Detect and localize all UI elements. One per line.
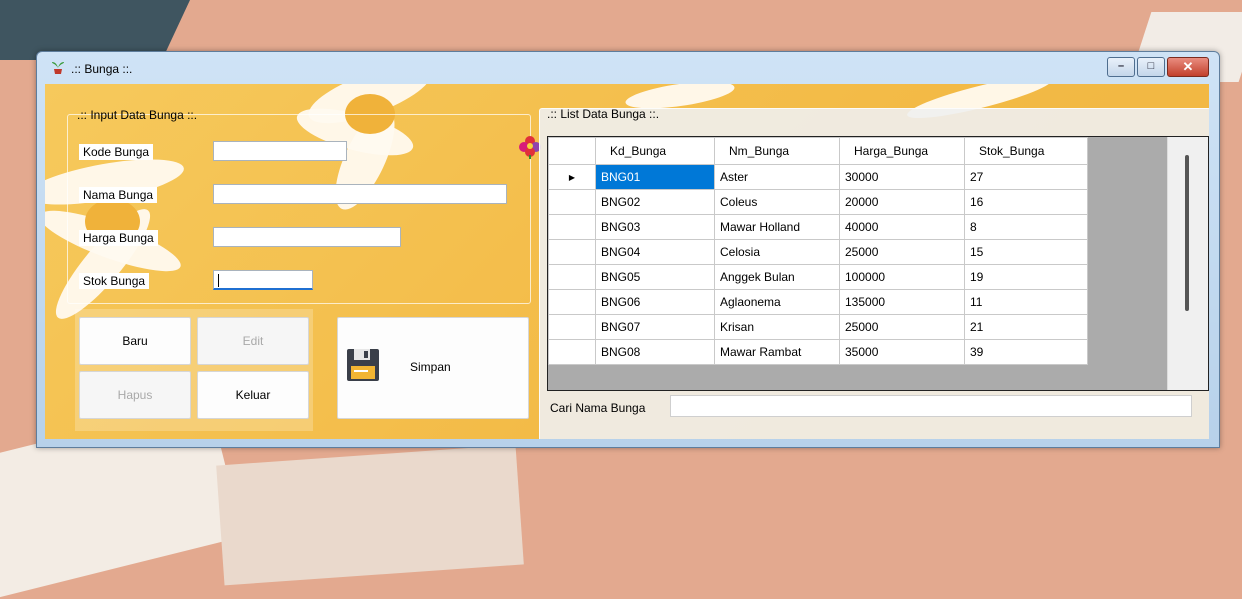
stok-bunga-label: Stok Bunga [79,273,150,289]
table-cell[interactable]: 25000 [839,239,965,265]
column-header[interactable]: Stok_Bunga [964,137,1088,165]
simpan-label: Simpan [410,360,451,374]
table-cell[interactable]: Krisan [714,314,840,340]
minimize-button[interactable]: – [1107,57,1135,77]
keluar-button[interactable]: Keluar [197,371,309,419]
table-cell[interactable]: Aster [714,164,840,190]
row-header[interactable] [548,214,596,240]
table-row[interactable]: BNG05 Anggek Bulan 100000 19 [548,264,1088,290]
kode-bunga-label: Kode Bunga [79,144,154,160]
table-cell[interactable]: 100000 [839,264,965,290]
table-row[interactable]: BNG04 Celosia 25000 15 [548,239,1088,265]
kode-bunga-input[interactable] [213,141,347,161]
table-cell[interactable]: 135000 [839,289,965,315]
table-cell[interactable]: BNG06 [595,289,715,315]
table-cell[interactable]: 27 [964,164,1088,190]
plant-icon [52,62,64,74]
maximize-button[interactable]: □ [1137,57,1165,77]
row-header[interactable] [548,264,596,290]
row-header[interactable] [548,314,596,340]
nama-bunga-input[interactable] [213,184,507,204]
table-cell[interactable]: 16 [964,189,1088,215]
table-cell[interactable]: Mawar Holland [714,214,840,240]
search-label: Cari Nama Bunga [550,401,646,415]
table-cell[interactable]: 39 [964,339,1088,365]
table-cell[interactable]: Aglaonema [714,289,840,315]
input-group-legend: .:: Input Data Bunga ::. [77,108,198,122]
table-cell[interactable]: 19 [964,264,1088,290]
row-header[interactable] [548,189,596,215]
table-cell[interactable]: 40000 [839,214,965,240]
table-cell[interactable]: 15 [964,239,1088,265]
table-cell[interactable]: BNG03 [595,214,715,240]
table-cell[interactable]: 30000 [839,164,965,190]
table-cell[interactable]: BNG08 [595,339,715,365]
column-header[interactable]: Kd_Bunga [595,137,715,165]
harga-bunga-label: Harga Bunga [79,230,158,246]
table-cell[interactable]: BNG05 [595,264,715,290]
row-header[interactable] [548,339,596,365]
minimize-icon: – [1117,60,1125,72]
text-caret [218,274,219,287]
table-row[interactable]: BNG07 Krisan 25000 21 [548,314,1088,340]
close-icon: ✕ [1182,59,1194,74]
table-cell[interactable]: Celosia [714,239,840,265]
maximize-icon: □ [1147,60,1155,72]
floppy-disk-icon [347,349,379,381]
scrollbar-thumb[interactable] [1185,155,1189,311]
table-row[interactable]: BNG02 Coleus 20000 16 [548,189,1088,215]
table-row[interactable]: BNG08 Mawar Rambat 35000 39 [548,339,1088,365]
row-header[interactable] [548,289,596,315]
table-cell[interactable]: 8 [964,214,1088,240]
row-header-corner [548,137,596,165]
baru-button[interactable]: Baru [79,317,191,365]
title-bar[interactable]: .:: Bunga ::. – □ ✕ [37,52,1219,84]
table-cell[interactable]: 11 [964,289,1088,315]
desktop-paper [216,444,524,586]
edit-button[interactable]: Edit [197,317,309,365]
table-header-row: Kd_Bunga Nm_Bunga Harga_Bunga Stok_Bunga [548,137,1088,165]
stok-bunga-input[interactable] [213,270,313,290]
hapus-button[interactable]: Hapus [79,371,191,419]
window-title: .:: Bunga ::. [71,62,133,76]
table-cell[interactable]: BNG01 [595,164,715,190]
table-cell[interactable]: Coleus [714,189,840,215]
column-header[interactable]: Harga_Bunga [839,137,965,165]
vertical-scrollbar[interactable] [1167,137,1208,390]
table-cell[interactable]: BNG04 [595,239,715,265]
column-header[interactable]: Nm_Bunga [714,137,840,165]
table-cell[interactable]: 20000 [839,189,965,215]
close-button[interactable]: ✕ [1167,57,1209,77]
table-row[interactable]: BNG06 Aglaonema 135000 11 [548,289,1088,315]
row-header[interactable] [548,239,596,265]
table-cell[interactable]: 25000 [839,314,965,340]
window-controls: – □ ✕ [1105,57,1209,77]
data-grid[interactable]: Kd_Bunga Nm_Bunga Harga_Bunga Stok_Bunga… [547,136,1209,391]
table-cell[interactable]: BNG07 [595,314,715,340]
table-cell[interactable]: 21 [964,314,1088,340]
table-row[interactable]: BNG03 Mawar Holland 40000 8 [548,214,1088,240]
table-cell[interactable]: Anggek Bulan [714,264,840,290]
nama-bunga-label: Nama Bunga [79,187,158,203]
table-cell[interactable]: BNG02 [595,189,715,215]
row-selector-icon[interactable]: ▶ [548,164,596,190]
harga-bunga-input[interactable] [213,227,401,247]
search-input[interactable] [670,395,1192,417]
table-cell[interactable]: Mawar Rambat [714,339,840,365]
table-cell[interactable]: 35000 [839,339,965,365]
list-group-legend: .:: List Data Bunga ::. [547,107,660,121]
table-row[interactable]: ▶ BNG01 Aster 30000 27 [548,164,1088,190]
data-table: Kd_Bunga Nm_Bunga Harga_Bunga Stok_Bunga… [548,137,1088,365]
simpan-button[interactable]: Simpan [337,317,529,419]
app-window: .:: Bunga ::. – □ ✕ .:: Input Data Bunga… [36,51,1220,448]
form-client-area: .:: Input Data Bunga ::. Kode Bunga Nama… [45,84,1209,439]
